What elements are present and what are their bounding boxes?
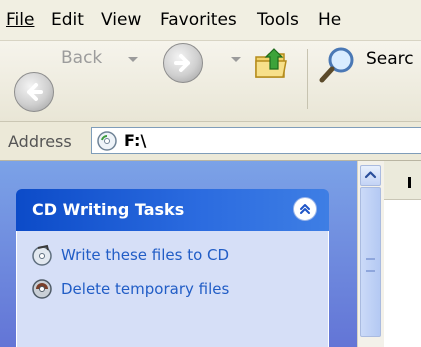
search-label[interactable]: Searc — [366, 49, 414, 69]
delete-temporary-files-label: Delete temporary files — [61, 280, 230, 298]
address-input[interactable]: F:\ — [91, 127, 421, 154]
back-dropdown-icon[interactable] — [128, 57, 138, 62]
delete-temp-files-icon — [32, 279, 52, 299]
write-files-to-cd-label: Write these files to CD — [61, 246, 230, 264]
menu-edit-label: Edit — [51, 10, 84, 30]
chevron-double-up-icon — [300, 204, 310, 214]
back-button[interactable] — [14, 72, 54, 112]
task-panel-title: CD Writing Tasks — [32, 200, 185, 219]
menu-favorites-label: Favorites — [160, 10, 237, 30]
address-bar: Address F:\ — [0, 122, 421, 161]
folder-up-button[interactable] — [252, 43, 292, 83]
address-label: Address — [8, 132, 72, 151]
toolbar-separator — [307, 49, 308, 109]
task-pane: CD Writing Tasks Write these files to CD… — [0, 161, 357, 347]
menu-bar: File Edit View Favorites Tools He — [0, 0, 421, 41]
scroll-up-button[interactable] — [360, 165, 381, 186]
menu-tools-label: Tools — [257, 10, 299, 30]
task-panel-body: Write these files to CD Delete temporary… — [16, 231, 329, 347]
search-button[interactable] — [318, 45, 364, 85]
vertical-scrollbar[interactable] — [357, 161, 384, 347]
cd-drive-icon — [97, 131, 117, 151]
menu-file-label: File — [6, 10, 35, 30]
back-label[interactable]: Back — [61, 48, 102, 68]
address-value: F:\ — [124, 131, 147, 150]
menu-view[interactable]: View — [101, 10, 141, 30]
back-arrow-icon — [27, 83, 43, 101]
menu-view-label: View — [101, 10, 142, 30]
menu-file[interactable]: File — [6, 10, 34, 30]
search-magnifier-icon — [319, 47, 354, 83]
scroll-thumb[interactable] — [360, 187, 381, 337]
folder-up-icon — [255, 48, 287, 78]
file-list-column-header[interactable] — [384, 161, 421, 200]
menu-favorites[interactable]: Favorites — [160, 10, 237, 30]
forward-button[interactable] — [163, 43, 203, 83]
menu-edit[interactable]: Edit — [51, 10, 84, 30]
menu-tools[interactable]: Tools — [257, 10, 299, 30]
forward-arrow-icon — [174, 54, 190, 72]
column-divider — [408, 177, 411, 188]
chevron-up-icon — [364, 171, 377, 179]
task-panel-header[interactable]: CD Writing Tasks — [16, 189, 329, 231]
collapse-button[interactable] — [293, 197, 317, 221]
toolbar: Back Searc — [0, 41, 421, 122]
write-cd-icon — [32, 244, 52, 266]
menu-help[interactable]: He — [318, 10, 341, 30]
menu-help-label: He — [318, 10, 342, 30]
forward-dropdown-icon[interactable] — [231, 57, 241, 62]
file-list-pane[interactable] — [384, 161, 421, 347]
scroll-grip-icon — [366, 258, 375, 272]
